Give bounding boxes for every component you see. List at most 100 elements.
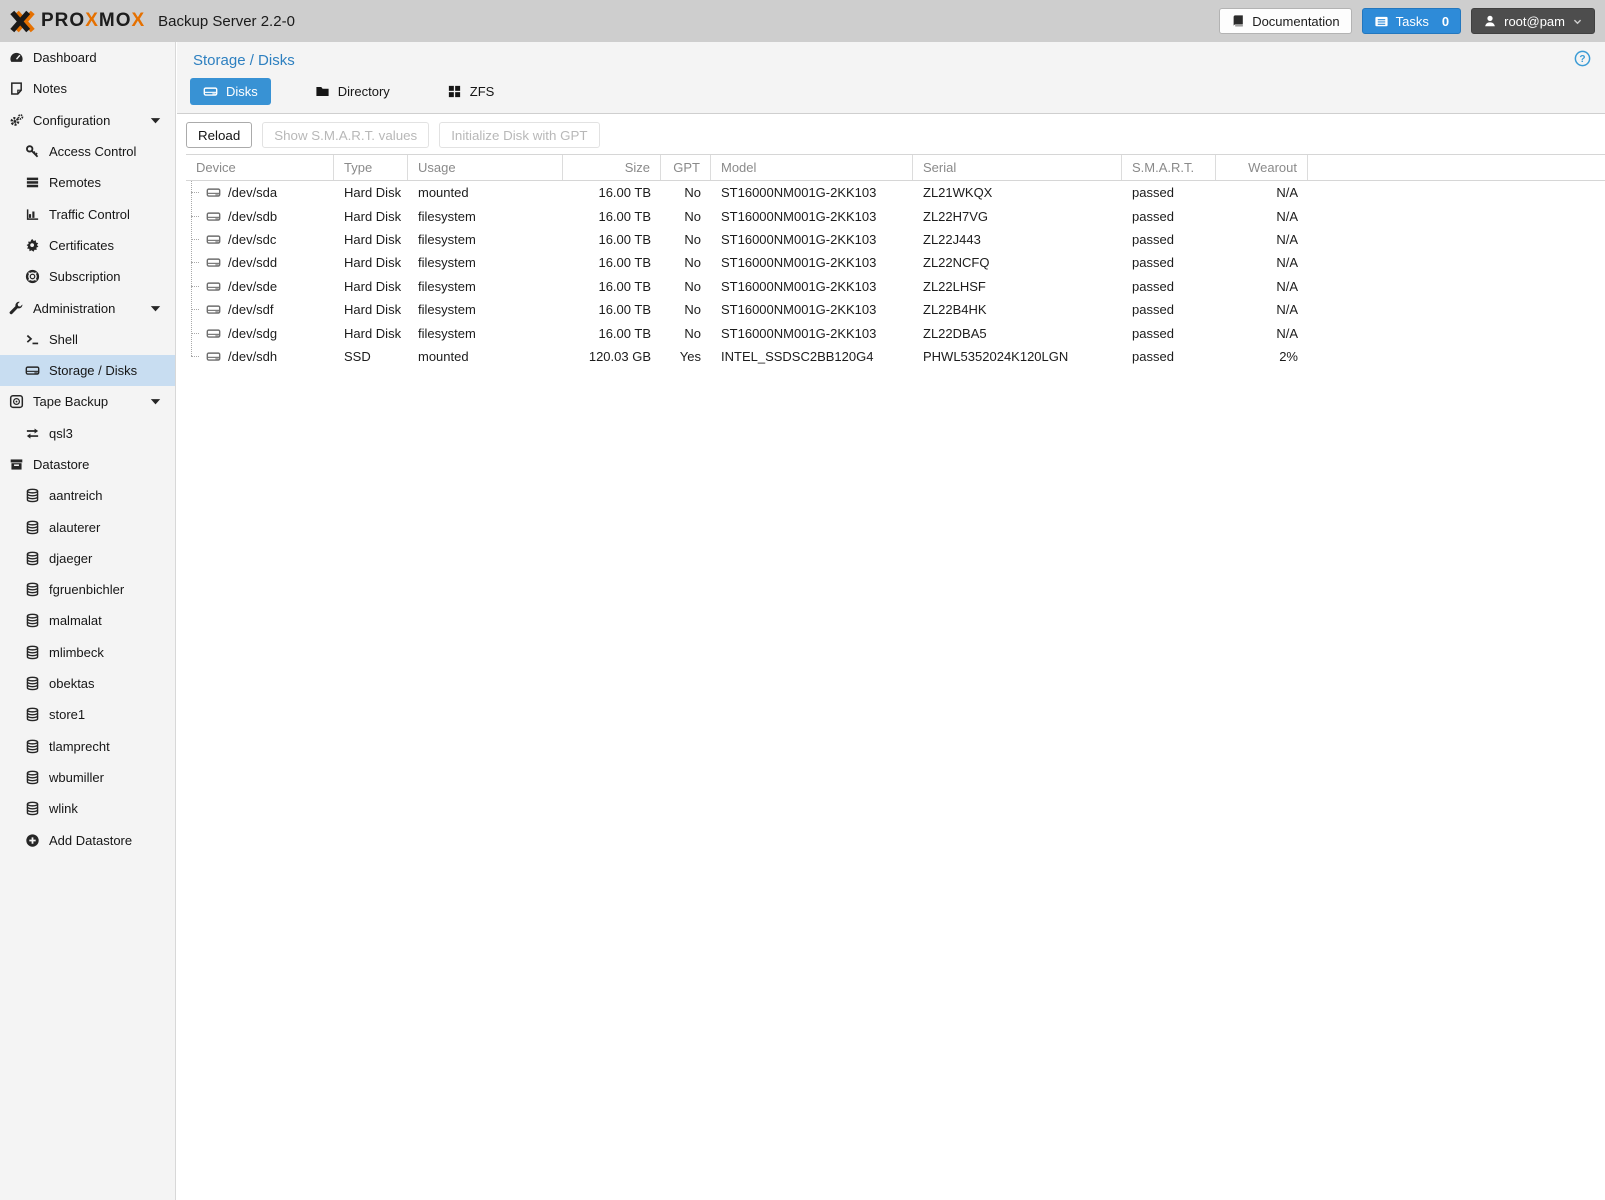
tab-zfs[interactable]: ZFS <box>434 78 508 105</box>
sidebar-item-qsl3[interactable]: qsl3 <box>0 418 175 449</box>
sidebar-item-fgruenbichler[interactable]: fgruenbichler <box>0 574 175 605</box>
table-row-dev-sdf[interactable]: /dev/sdfHard Diskfilesystem16.00 TBNoST1… <box>186 298 1605 321</box>
table-row-dev-sdg[interactable]: /dev/sdgHard Diskfilesystem16.00 TBNoST1… <box>186 321 1605 344</box>
cell-smart: passed <box>1122 228 1216 251</box>
column-header-device[interactable]: Device <box>186 155 334 180</box>
cell-model: ST16000NM001G-2KK103 <box>711 275 913 298</box>
tasks-list-icon <box>1374 14 1389 29</box>
initialize-disk-with-gpt-button: Initialize Disk with GPT <box>439 122 599 148</box>
sidebar-item-storage-disks[interactable]: Storage / Disks <box>0 355 175 386</box>
cell-gpt: No <box>661 298 711 321</box>
cell-usage: filesystem <box>408 321 563 344</box>
sidebar-item-wlink[interactable]: wlink <box>0 793 175 824</box>
table-row-dev-sda[interactable]: /dev/sdaHard Diskmounted16.00 TBNoST1600… <box>186 181 1605 204</box>
tree-elbow <box>191 216 199 217</box>
cell-gpt: No <box>661 251 711 274</box>
sidebar-item-shell[interactable]: Shell <box>0 324 175 355</box>
help-button[interactable]: ? <box>1574 50 1591 70</box>
sidebar-item-traffic-control[interactable]: Traffic Control <box>0 198 175 229</box>
sidebar-item-tlamprecht[interactable]: tlamprecht <box>0 731 175 762</box>
question-circle-icon: ? <box>1574 50 1591 67</box>
column-header-usage[interactable]: Usage <box>408 155 563 180</box>
table-row-dev-sdh[interactable]: /dev/sdhSSDmounted120.03 GBYesINTEL_SSDS… <box>186 345 1605 368</box>
cell-model: ST16000NM001G-2KK103 <box>711 181 913 204</box>
column-header-gpt[interactable]: GPT <box>661 155 711 180</box>
archive-icon <box>8 457 24 472</box>
sidebar-item-wbumiller[interactable]: wbumiller <box>0 762 175 793</box>
column-header-model[interactable]: Model <box>711 155 913 180</box>
sidebar-item-configuration[interactable]: Configuration <box>0 105 175 136</box>
device-label: /dev/sdb <box>228 209 277 224</box>
table-row-dev-sdb[interactable]: /dev/sdbHard Diskfilesystem16.00 TBNoST1… <box>186 204 1605 227</box>
sidebar-item-tape-backup[interactable]: Tape Backup <box>0 386 175 417</box>
cell-usage: filesystem <box>408 275 563 298</box>
terminal-icon <box>24 332 40 347</box>
sidebar-item-store1[interactable]: store1 <box>0 699 175 730</box>
column-header-size[interactable]: Size <box>563 155 661 180</box>
cell-gpt: No <box>661 204 711 227</box>
tasks-button[interactable]: Tasks 0 <box>1362 8 1461 34</box>
sidebar-item-access-control[interactable]: Access Control <box>0 136 175 167</box>
cell-usage: filesystem <box>408 204 563 227</box>
column-header-serial[interactable]: Serial <box>913 155 1122 180</box>
sidebar-item-remotes[interactable]: Remotes <box>0 167 175 198</box>
chevron-down-icon[interactable] <box>147 394 163 409</box>
sidebar-item-label: Certificates <box>49 238 114 253</box>
cell-size: 16.00 TB <box>563 298 661 321</box>
hdd-icon <box>206 302 221 317</box>
sidebar-item-certificates[interactable]: Certificates <box>0 230 175 261</box>
user-menu-button[interactable]: root@pam <box>1471 8 1595 34</box>
cell-smart: passed <box>1122 204 1216 227</box>
brand-letter: X <box>85 10 99 31</box>
gears-icon <box>8 113 24 128</box>
sidebar-item-malmalat[interactable]: malmalat <box>0 605 175 636</box>
chevron-down-icon[interactable] <box>147 301 163 316</box>
cell-wearout: N/A <box>1216 181 1308 204</box>
table-body: /dev/sdaHard Diskmounted16.00 TBNoST1600… <box>186 181 1605 368</box>
tab-disks[interactable]: Disks <box>190 78 271 105</box>
sidebar-item-datastore[interactable]: Datastore <box>0 449 175 480</box>
sidebar-item-label: tlamprecht <box>49 739 110 754</box>
column-header-wearout[interactable]: Wearout <box>1216 155 1308 180</box>
column-header-type[interactable]: Type <box>334 155 408 180</box>
database-icon <box>24 582 40 597</box>
chevron-down-icon[interactable] <box>147 113 163 128</box>
cell-gpt: Yes <box>661 345 711 368</box>
cell-model: ST16000NM001G-2KK103 <box>711 251 913 274</box>
sidebar-item-alauterer[interactable]: alauterer <box>0 511 175 542</box>
table-row-dev-sdd[interactable]: /dev/sddHard Diskfilesystem16.00 TBNoST1… <box>186 251 1605 274</box>
tree-elbow <box>191 239 199 240</box>
cell-size: 120.03 GB <box>563 345 661 368</box>
device-label: /dev/sdf <box>228 302 274 317</box>
plus-circle-icon <box>24 833 40 848</box>
table-row-dev-sdc[interactable]: /dev/sdcHard Diskfilesystem16.00 TBNoST1… <box>186 228 1605 251</box>
sidebar-item-label: fgruenbichler <box>49 582 124 597</box>
cell-model: ST16000NM001G-2KK103 <box>711 228 913 251</box>
reload-button[interactable]: Reload <box>186 122 252 148</box>
sidebar-item-subscription[interactable]: Subscription <box>0 261 175 292</box>
documentation-button[interactable]: Documentation <box>1219 8 1351 34</box>
device-label: /dev/sda <box>228 185 277 200</box>
cell-usage: filesystem <box>408 228 563 251</box>
cell-wearout: N/A <box>1216 228 1308 251</box>
tree-elbow <box>191 192 199 193</box>
table-row-dev-sde[interactable]: /dev/sdeHard Diskfilesystem16.00 TBNoST1… <box>186 275 1605 298</box>
tab-directory[interactable]: Directory <box>302 78 403 105</box>
sidebar-item-obektas[interactable]: obektas <box>0 668 175 699</box>
sidebar-item-administration[interactable]: Administration <box>0 292 175 323</box>
sidebar-item-notes[interactable]: Notes <box>0 73 175 104</box>
sidebar-item-add-datastore[interactable]: Add Datastore <box>0 824 175 855</box>
sidebar-item-djaeger[interactable]: djaeger <box>0 543 175 574</box>
grid-icon <box>447 84 462 99</box>
cell-usage: filesystem <box>408 298 563 321</box>
sidebar-item-dashboard[interactable]: Dashboard <box>0 42 175 73</box>
sidebar-item-label: Administration <box>33 301 115 316</box>
hdd-icon <box>206 209 221 224</box>
toolbar: ReloadShow S.M.A.R.T. valuesInitialize D… <box>177 114 1605 154</box>
sidebar-item-mlimbeck[interactable]: mlimbeck <box>0 637 175 668</box>
sidebar-item-label: Subscription <box>49 269 121 284</box>
column-header-smart[interactable]: S.M.A.R.T. <box>1122 155 1216 180</box>
hdd-icon <box>24 363 40 378</box>
sidebar-item-aantreich[interactable]: aantreich <box>0 480 175 511</box>
cell-device: /dev/sda <box>186 181 334 204</box>
